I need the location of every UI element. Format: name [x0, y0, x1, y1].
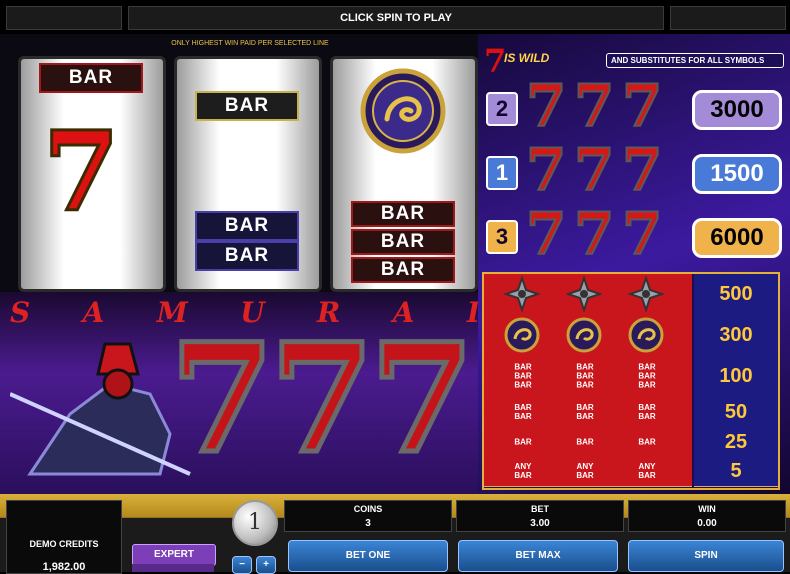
- payout-value: 1500: [692, 154, 782, 194]
- paytable-value: 25: [694, 428, 778, 457]
- paytable-row-triple-bar: BAR BAR BAR BAR BAR BAR BAR BAR BAR 100: [484, 356, 778, 397]
- bet-label: BET: [531, 504, 549, 514]
- payline-row-3: 3 7 7 7 6000: [482, 199, 782, 269]
- paytable-value: 100: [694, 356, 778, 397]
- paytable-value: 500: [694, 274, 778, 315]
- paytable-value: 300: [694, 314, 778, 357]
- payline-row-1: 1 7 7 7 1500: [482, 135, 782, 205]
- row-seven-2: 7: [573, 135, 615, 205]
- shuriken-icon: [628, 276, 664, 312]
- row-seven-3: 7: [621, 71, 663, 141]
- row-seven-3: 7: [621, 199, 663, 269]
- paytable-value: 5: [694, 456, 778, 487]
- big-seven-2: 7: [267, 311, 376, 487]
- top-bar: CLICK SPIN TO PLAY: [0, 0, 790, 34]
- bet-value: 3.00: [530, 518, 550, 529]
- payline-row-2: 2 7 7 7 3000: [482, 71, 782, 141]
- big-seven-3: 7: [367, 311, 476, 487]
- double-bar-icon: BAR BAR: [576, 403, 594, 421]
- wild-seven-symbol: 7: [484, 42, 507, 80]
- line-multiplier: 1: [486, 156, 518, 190]
- single-bar-icon: BAR: [514, 437, 532, 447]
- wild-substitute-text: AND SUBSTITUTES FOR ALL SYMBOLS: [606, 53, 784, 68]
- reel2-double-bar-top: BAR: [195, 211, 299, 241]
- reel2-bar-symbol: BAR: [195, 91, 299, 121]
- win-value: 0.00: [697, 518, 717, 529]
- triple-bar-icon: BAR BAR BAR: [638, 362, 656, 390]
- expert-button[interactable]: EXPERT: [132, 544, 216, 566]
- demo-credits-value: 1,982.00: [42, 561, 86, 573]
- dragon-medallion-icon: [360, 68, 446, 154]
- payout-value: 3000: [692, 90, 782, 130]
- demo-credits-panel: DEMO CREDITS 1,982.00: [6, 500, 122, 574]
- paytable-value: 50: [694, 396, 778, 429]
- coin-plus-button[interactable]: +: [256, 556, 276, 574]
- any-bar-icon: ANY BAR: [638, 462, 656, 480]
- dragon-medallion-icon: [504, 317, 540, 353]
- reel1-bar-top: BAR: [39, 63, 143, 93]
- paytable-row-dragon: 300: [484, 314, 778, 357]
- line-multiplier: 3: [486, 220, 518, 254]
- row-seven-1: 7: [525, 199, 567, 269]
- top-message: CLICK SPIN TO PLAY: [128, 6, 664, 30]
- win-rule-hint: ONLY HIGHEST WIN PAID PER SELECTED LINE: [171, 40, 329, 47]
- any-bar-icon: ANY BAR: [576, 462, 594, 480]
- expert-button-shadow: [132, 564, 214, 572]
- coins-label: COINS: [353, 504, 383, 514]
- reel1-seven-symbol: 7: [42, 107, 122, 236]
- paytable-row-single-bar: BAR BAR BAR 25: [484, 428, 778, 457]
- reel2-double-bar-bottom: BAR: [195, 241, 299, 271]
- wild-banner: 7 IS WILD AND SUBSTITUTES FOR ALL SYMBOL…: [482, 42, 784, 80]
- row-seven-1: 7: [525, 71, 567, 141]
- row-seven-2: 7: [573, 199, 615, 269]
- single-bar-icon: BAR: [576, 437, 594, 447]
- big-seven-1: 7: [167, 311, 276, 487]
- reel-2: BAR BAR BAR: [174, 56, 322, 292]
- symbol-paytable: 500 300 BAR BAR BAR BAR BAR BAR BAR BAR BAR 10…: [482, 272, 780, 490]
- line-multiplier: 2: [486, 92, 518, 126]
- top-left-panel: [6, 6, 122, 30]
- reel3-triple-bar-3: BAR: [351, 257, 455, 283]
- spin-button[interactable]: SPIN: [628, 540, 784, 572]
- row-seven-3: 7: [621, 135, 663, 205]
- shuriken-icon: [504, 276, 540, 312]
- win-display: WIN 0.00: [628, 500, 786, 532]
- shuriken-icon: [566, 276, 602, 312]
- coins-value: 3: [365, 518, 371, 529]
- coin-value-selector[interactable]: 1: [232, 500, 278, 546]
- bet-display: BET 3.00: [456, 500, 624, 532]
- dragon-medallion-icon: [628, 317, 664, 353]
- game-area: ONLY HIGHEST WIN PAID PER SELECTED LINE …: [0, 34, 790, 494]
- paytable-row-shuriken: 500: [484, 274, 778, 315]
- demo-credits-label: DEMO CREDITS: [29, 539, 99, 549]
- paytable-row-double-bar: BAR BAR BAR BAR BAR BAR 50: [484, 396, 778, 429]
- any-bar-icon: ANY BAR: [514, 462, 532, 480]
- bet-one-button[interactable]: BET ONE: [288, 540, 448, 572]
- dragon-medallion-icon: [566, 317, 602, 353]
- payout-value: 6000: [692, 218, 782, 258]
- triple-bar-icon: BAR BAR BAR: [514, 362, 532, 390]
- top-right-panel: [670, 6, 786, 30]
- win-label: WIN: [698, 504, 716, 514]
- paytable-row-any-bar: ANY BAR ANY BAR ANY BAR 5: [484, 456, 778, 487]
- wild-text: IS WILD: [504, 51, 550, 65]
- row-seven-2: 7: [573, 71, 615, 141]
- coin-minus-button[interactable]: −: [232, 556, 252, 574]
- triple-bar-icon: BAR BAR BAR: [576, 362, 594, 390]
- reel3-triple-bar-2: BAR: [351, 229, 455, 255]
- reel-1: BAR 7: [18, 56, 166, 292]
- double-bar-icon: BAR BAR: [514, 403, 532, 421]
- reel-3: BAR BAR BAR: [330, 56, 478, 292]
- double-bar-icon: BAR BAR: [638, 403, 656, 421]
- bet-max-button[interactable]: BET MAX: [458, 540, 618, 572]
- row-seven-1: 7: [525, 135, 567, 205]
- coins-display: COINS 3: [284, 500, 452, 532]
- reel3-triple-bar-1: BAR: [351, 201, 455, 227]
- single-bar-icon: BAR: [638, 437, 656, 447]
